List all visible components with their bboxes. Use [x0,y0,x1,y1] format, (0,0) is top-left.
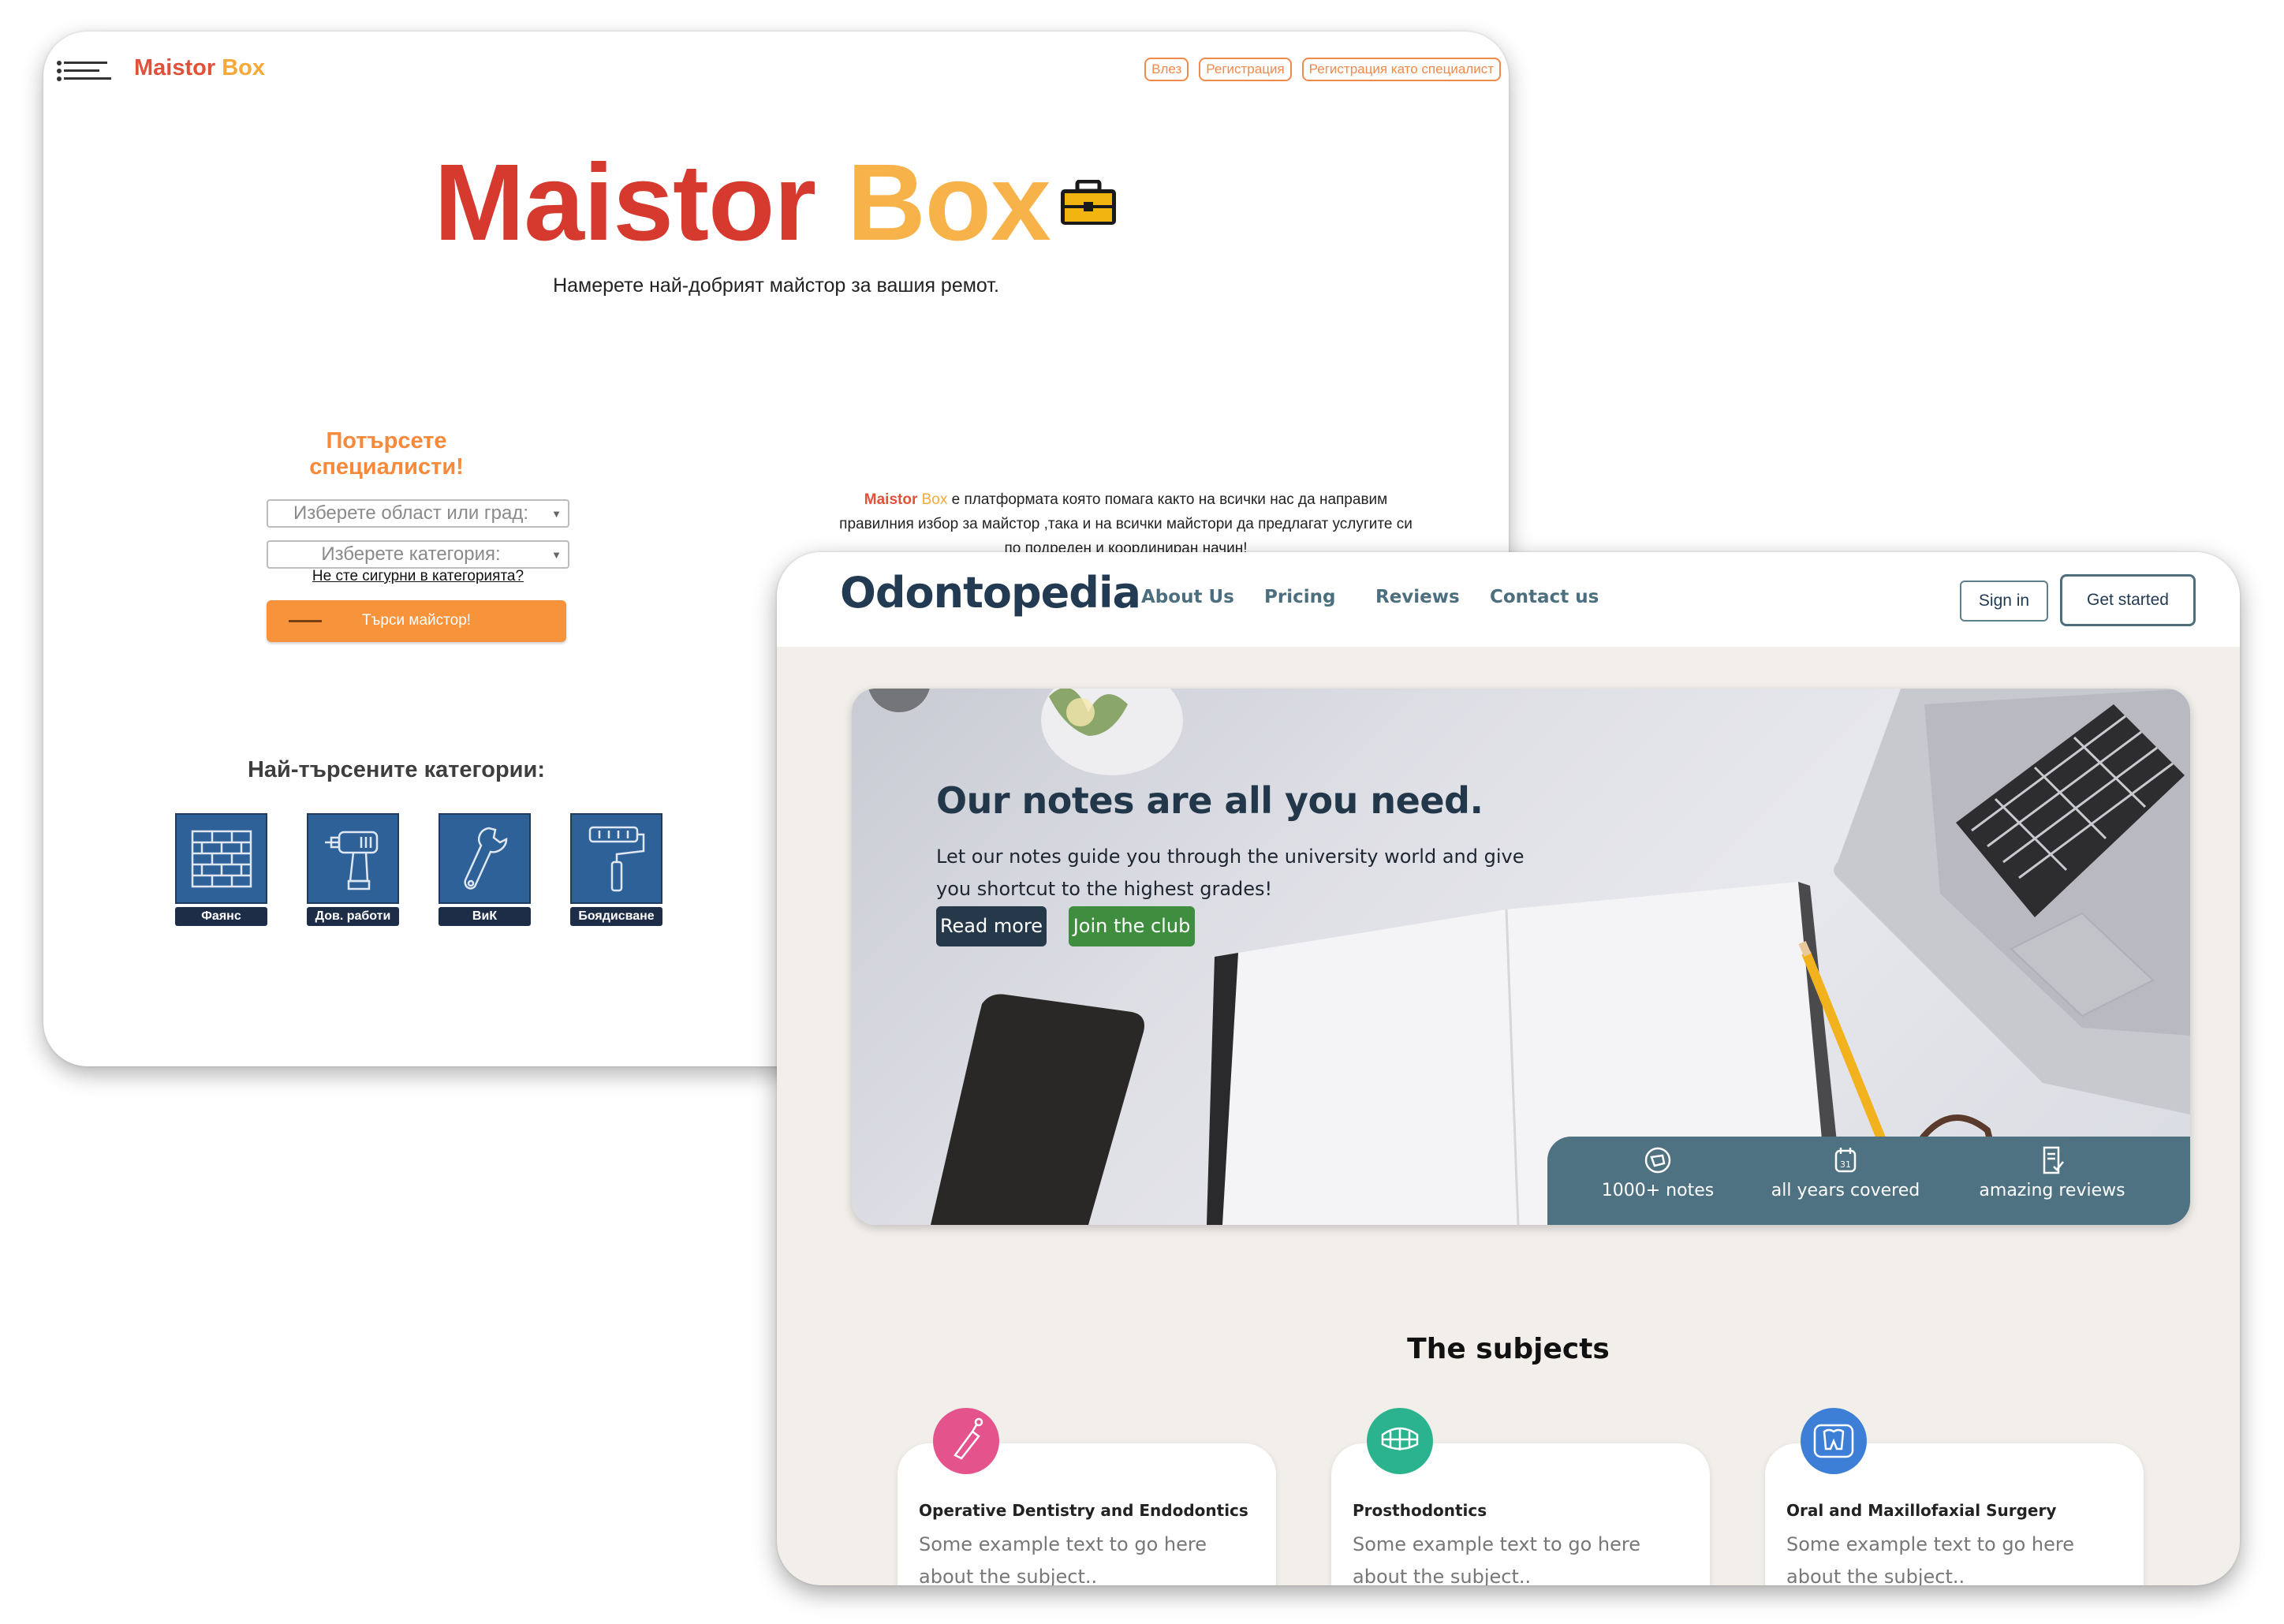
drill-icon [324,831,378,890]
stat-notes: 1000+ notes [1563,1137,1752,1225]
subject-card[interactable]: Oral and Maxillofaxial Surgery Some exam… [1765,1408,2144,1585]
category-select[interactable]: Изберете категория: ▼ [267,540,569,569]
hero-banner: Our notes are all you need. Let our note… [852,689,2190,1225]
popular-categories-title: Най-търсените категории: [247,757,545,782]
toolbox-icon [1060,179,1116,225]
search-title: Потърсете специалисти! [309,428,464,480]
nav-about-us[interactable]: About Us [1141,587,1234,607]
odontopedia-window: Odontopedia About Us Pricing Reviews Con… [777,552,2240,1585]
subject-title: Operative Dentistry and Endodontics [919,1501,1248,1520]
find-master-button[interactable]: Търси майстор! [267,600,566,642]
category-label: Боядисване [570,907,662,926]
stats-bar: 1000+ notes 31 all years covered amazing… [1547,1137,2190,1225]
nav-contact-us[interactable]: Contact us [1490,587,1599,607]
top-nav: Влез Регистрация Регистрация като специа… [1144,58,1501,81]
join-club-button[interactable]: Join the club [1069,906,1195,946]
hamburger-menu-icon[interactable] [56,59,113,83]
site-logo[interactable]: Odontopedia [840,568,1141,618]
area-select-value: Изберете област или град: [293,502,529,524]
hero-heading: Our notes are all you need. [936,779,1483,822]
caret-down-icon: ▼ [551,549,562,561]
stat-reviews: amazing reviews [1957,1137,2147,1225]
subject-description: Some example text to go here about the s… [919,1533,1207,1585]
area-select[interactable]: Изберете област или град: ▼ [267,499,569,528]
svg-text:31: 31 [1840,1159,1851,1170]
category-label: Дов. работи [307,907,399,926]
category-tile-tiles[interactable]: Фаянс [175,813,267,926]
brand-second: Box [222,55,265,80]
tile-box [175,813,267,904]
about-text: Maistor Box е платформата която помага к… [832,487,1420,561]
tooth-xray-icon [1801,1408,1867,1474]
category-tile-plumbing[interactable]: ВиК [439,813,531,926]
login-button[interactable]: Влез [1144,58,1189,81]
subject-description: Some example text to go here about the s… [1786,1533,2074,1585]
brick-wall-icon [191,830,252,887]
stat-reviews-label: amazing reviews [1979,1181,2125,1200]
caret-down-icon: ▼ [551,508,562,520]
subject-card[interactable]: Prosthodontics Some example text to go h… [1331,1408,1710,1585]
category-select-value: Изберете категория: [321,543,501,565]
tagline: Намерете най-добрият майстор за вашия ре… [553,274,999,297]
read-more-button[interactable]: Read more [936,906,1047,946]
wrench-icon [463,827,507,890]
register-specialist-button[interactable]: Регистрация като специалист [1301,58,1501,81]
category-label: Фаянс [175,907,267,926]
sign-in-button[interactable]: Sign in [1960,581,2048,622]
nav-pricing[interactable]: Pricing [1264,587,1335,607]
subject-title: Prosthodontics [1353,1501,1487,1520]
category-label: ВиК [439,907,531,926]
subjects-title: The subjects [1407,1333,1610,1365]
tile-box [307,813,399,904]
dentures-icon [1367,1408,1433,1474]
hero-title: Maistor Box [43,148,1509,257]
subject-title: Oral and Maxillofaxial Surgery [1786,1501,2057,1520]
dental-tool-icon [933,1408,999,1474]
navbar: Odontopedia About Us Pricing Reviews Con… [777,552,2240,647]
tile-box [570,813,662,904]
category-tile-painting[interactable]: Боядисване [570,813,662,926]
nav-reviews[interactable]: Reviews [1375,587,1460,607]
about-brand-first: Maistor [864,491,918,508]
hero-title-first: Maistor [434,142,816,263]
brand-first: Maistor [134,55,216,80]
paint-roller-icon [588,826,644,891]
review-icon [2043,1146,2064,1174]
unsure-category-link[interactable]: Не сте сигурни в категорията? [267,568,569,585]
about-brand-second: Box [921,491,948,508]
notes-icon [1644,1147,1671,1174]
subject-description: Some example text to go here about the s… [1353,1533,1640,1585]
brand-logo[interactable]: Maistor Box [134,55,265,81]
get-started-button[interactable]: Get started [2060,574,2196,626]
stat-years-label: all years covered [1771,1181,1920,1200]
category-tile-extra-works[interactable]: Дов. работи [307,813,399,926]
hero-title-second: Box [847,142,1051,263]
hero-text: Let our notes guide you through the univ… [936,846,1525,900]
find-master-label: Търси майстор! [361,612,472,629]
subject-card[interactable]: Operative Dentistry and Endodontics Some… [898,1408,1276,1585]
tile-box [439,813,531,904]
stat-notes-label: 1000+ notes [1601,1181,1715,1200]
register-button[interactable]: Регистрация [1199,58,1292,81]
stat-years: 31 all years covered [1751,1137,1940,1225]
calendar-icon: 31 [1834,1148,1857,1173]
